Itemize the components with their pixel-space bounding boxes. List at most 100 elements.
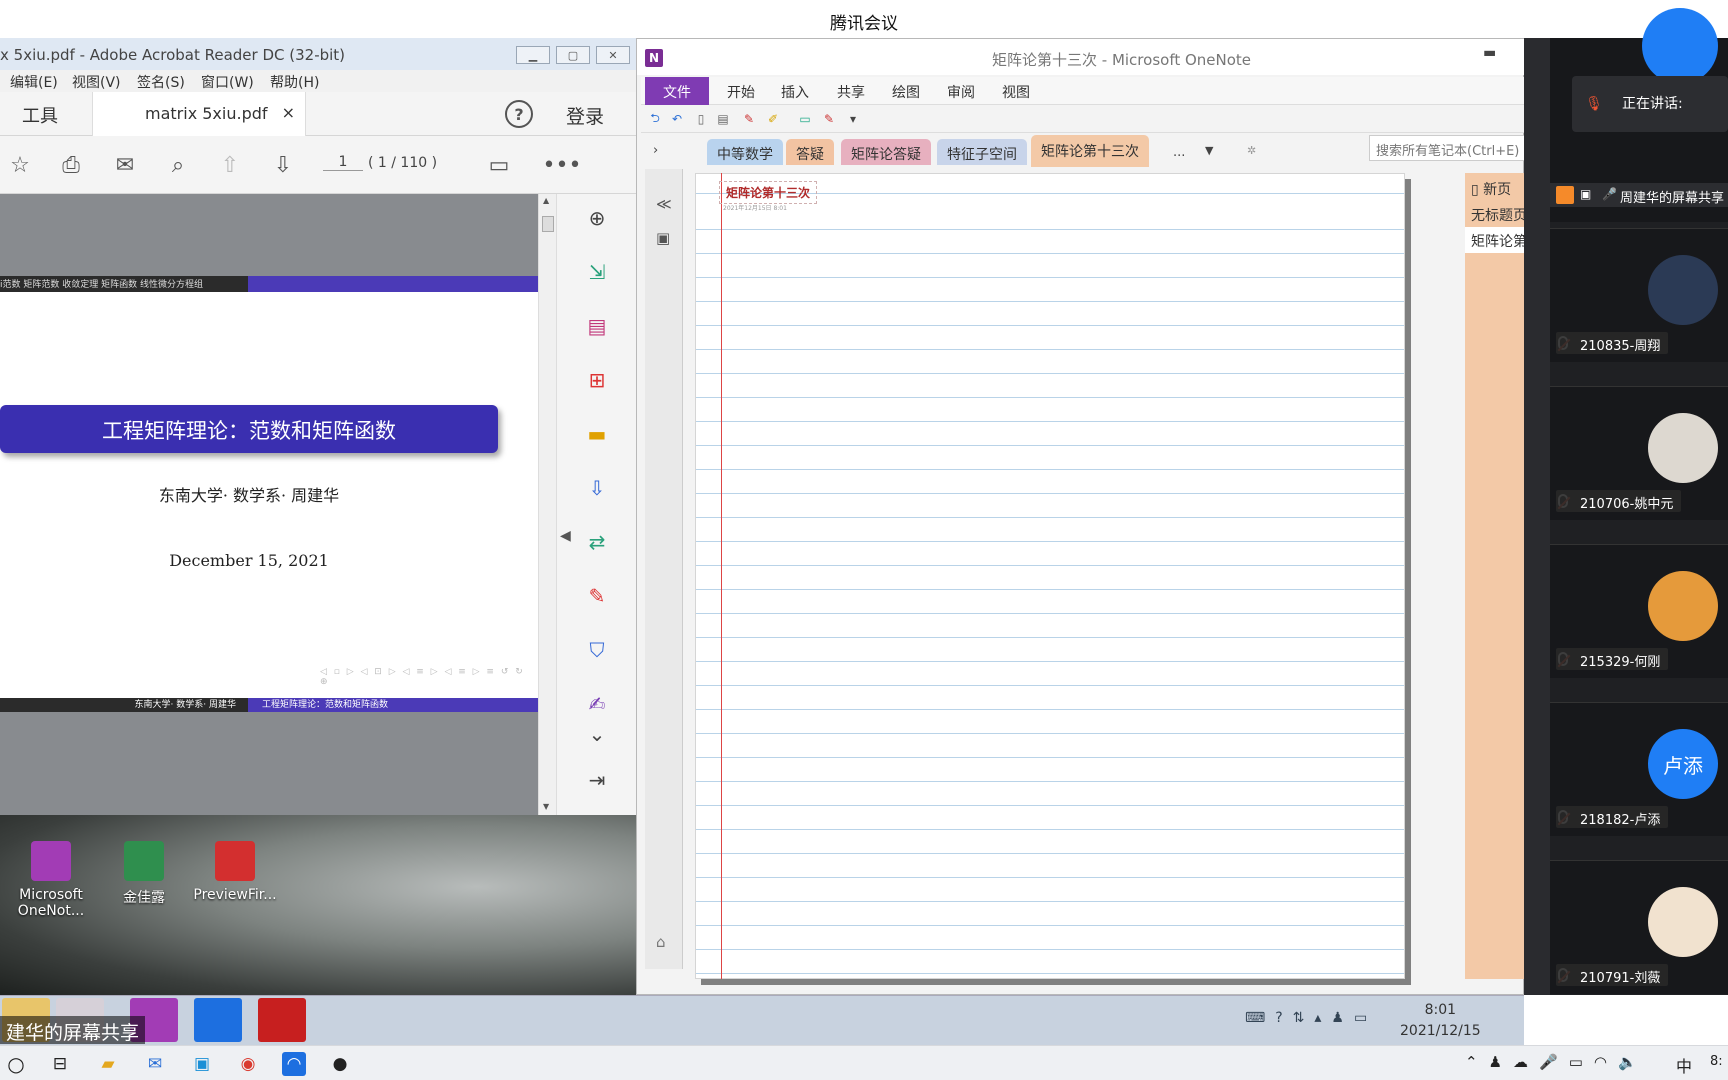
full-page-icon[interactable]: ▤ (715, 111, 731, 127)
scroll-up-icon[interactable]: ▲ (543, 196, 549, 205)
menu-window[interactable]: 窗口(W) (201, 72, 254, 92)
store-icon[interactable]: ▣ (190, 1052, 214, 1076)
vertical-scrollbar[interactable]: ▲ ▼ (538, 194, 556, 815)
scroll-down-icon[interactable]: ▼ (543, 802, 549, 811)
back-icon[interactable]: ⮌ (647, 111, 663, 127)
page-title[interactable]: 矩阵论第十三次 (719, 181, 818, 204)
desktop-icon-onenote[interactable]: Microsoft OneNot... (6, 841, 96, 919)
onenote-window: N 矩阵论第十三次 - Microsoft OneNote ▬ 文件 开始 插入… (636, 38, 1525, 995)
participant-tile[interactable]: 210791-刘薇 (1550, 860, 1728, 994)
more-icon[interactable]: ••• (543, 150, 582, 180)
tab-home[interactable]: 开始 (727, 82, 755, 102)
combine-files-icon[interactable]: ⇩ (581, 472, 613, 504)
section-tab-active[interactable]: 矩阵论第十三次 (1031, 135, 1149, 167)
page-list-item[interactable]: 无标题页 (1465, 201, 1525, 227)
task-view-icon[interactable]: ⊟ (48, 1052, 72, 1076)
slide-footer-left: 东南大学· 数学系· 周建华 (134, 700, 236, 710)
zoom-in-icon[interactable]: ⊕ (581, 202, 613, 234)
zoom-search-icon[interactable]: ⌕ (163, 150, 193, 180)
comment-tool-icon[interactable]: ▬ (581, 418, 613, 450)
participant-tile[interactable]: 卢添 218182-卢添 (1550, 702, 1728, 836)
avatar (1648, 255, 1718, 325)
undo-icon[interactable]: ↶ (669, 111, 685, 127)
tab-draw[interactable]: 绘图 (892, 82, 920, 102)
create-pdf-icon[interactable]: ⊞ (581, 364, 613, 396)
cortana-search-icon[interactable]: ○ (4, 1052, 28, 1076)
participant-tile[interactable]: 210835-周翔 (1550, 228, 1728, 362)
section-tab-1[interactable]: 答疑 (786, 139, 834, 165)
chrome-icon[interactable]: ◉ (236, 1052, 260, 1076)
clock[interactable]: 8: (1710, 1054, 1723, 1069)
pen-icon[interactable]: ✎ (741, 111, 757, 127)
send-for-review-icon[interactable]: ⇄ (581, 526, 613, 558)
section-tab-0[interactable]: 中等数学 (707, 139, 783, 165)
more-sections[interactable]: ... (1173, 145, 1185, 160)
input-language[interactable]: 中 (1676, 1053, 1692, 1077)
organize-pages-icon[interactable]: ▤ (581, 310, 613, 342)
highlighter-icon[interactable]: ✐ (765, 111, 781, 127)
desktop-icon-pdf[interactable]: PreviewFir... (190, 841, 280, 903)
tab-tools[interactable]: 工具 (0, 92, 92, 136)
tab-view[interactable]: 视图 (1002, 82, 1030, 102)
help-icon[interactable]: ? (505, 100, 533, 128)
participant-tile[interactable]: 215329-何刚 (1550, 544, 1728, 678)
participant-tile[interactable]: 210706-姚中元 (1550, 386, 1728, 520)
close-tab-icon[interactable]: × (282, 103, 295, 122)
new-section-icon[interactable]: ✲ (1247, 144, 1256, 157)
tencent-meeting-taskbar-icon[interactable] (194, 998, 242, 1042)
chevron-down-icon[interactable]: ⌄ (581, 718, 613, 750)
menu-sign[interactable]: 签名(S) (137, 72, 185, 92)
minimize-button[interactable]: ▁ (516, 46, 550, 64)
sections-dropdown-icon[interactable]: ▼ (1205, 144, 1213, 157)
tags-icon[interactable]: ⌂ (656, 933, 666, 951)
tab-document[interactable]: matrix 5xiu.pdf × (92, 92, 306, 136)
menu-view[interactable]: 视图(V) (72, 72, 121, 92)
menu-help[interactable]: 帮助(H) (270, 72, 319, 92)
mail-icon[interactable]: ✉ (143, 1052, 167, 1076)
file-explorer-icon[interactable]: ▰ (96, 1052, 120, 1076)
comment-icon[interactable]: ▭ (484, 150, 514, 180)
scroll-thumb[interactable] (542, 216, 554, 232)
tab-share[interactable]: 共享 (837, 82, 865, 102)
fill-sign-icon[interactable]: ✎ (581, 580, 613, 612)
search-input[interactable]: 搜索所有笔记本(Ctrl+E) (1369, 135, 1525, 161)
color-box-icon[interactable]: ▭ (797, 111, 813, 127)
section-tab-3[interactable]: 特征子空间 (937, 139, 1027, 165)
desktop-icon-excel[interactable]: 金佳露 (99, 841, 189, 907)
avatar: 卢添 (1648, 729, 1718, 799)
collapse-panel-icon[interactable]: ⇥ (581, 764, 613, 796)
pdf-viewer[interactable]: i范数 矩阵范数 收敛定理 矩阵函数 线性微分方程组 工程矩阵理论：范数和矩阵函… (0, 194, 538, 815)
dock-icon[interactable]: ▯ (693, 111, 709, 127)
collapse-arrow-icon[interactable]: ◀ (560, 528, 571, 544)
maximize-button[interactable]: ▢ (556, 46, 590, 64)
expand-notebooks-icon[interactable]: › (653, 143, 658, 158)
app-icon[interactable]: ● (328, 1052, 352, 1076)
page-list-item-active[interactable]: 矩阵论第十三次 (1465, 227, 1525, 253)
login-button[interactable]: 登录 (566, 102, 604, 129)
page-down-icon[interactable]: ⇩ (268, 150, 298, 180)
tab-insert[interactable]: 插入 (781, 82, 809, 102)
tencent-meeting-icon[interactable]: ◠ (282, 1052, 306, 1076)
close-button[interactable]: ✕ (596, 46, 630, 64)
customize-dropdown-icon[interactable]: ▾ (845, 111, 861, 127)
section-tab-2[interactable]: 矩阵论答疑 (841, 139, 931, 165)
page-up-icon[interactable]: ⇧ (215, 150, 245, 180)
collapse-nav-icon[interactable]: ≪ (656, 195, 672, 213)
slide-date: December 15, 2021 (169, 551, 329, 570)
acrobat-taskbar-icon[interactable] (258, 998, 306, 1042)
export-pdf-icon[interactable]: ⇲ (581, 256, 613, 288)
edit-pen-icon[interactable]: ✍ (581, 688, 613, 720)
notebook-icon[interactable]: ▣ (656, 229, 670, 247)
minimize-button[interactable]: ▬ (1483, 45, 1496, 61)
bookmark-star-icon[interactable]: ☆ (5, 150, 35, 180)
email-icon[interactable]: ✉ (110, 150, 140, 180)
note-page-canvas[interactable] (695, 173, 1405, 979)
new-page-button[interactable]: ▯ 新页 (1465, 175, 1525, 201)
pen-color-icon[interactable]: ✎ (821, 111, 837, 127)
protect-shield-icon[interactable]: ⛉ (581, 634, 613, 666)
page-number-input[interactable]: 1 (323, 154, 363, 171)
tab-file[interactable]: 文件 (645, 77, 709, 105)
tab-review[interactable]: 审阅 (947, 82, 975, 102)
print-icon[interactable]: ⎙ (56, 150, 86, 180)
menu-edit[interactable]: 编辑(E) (10, 72, 58, 92)
